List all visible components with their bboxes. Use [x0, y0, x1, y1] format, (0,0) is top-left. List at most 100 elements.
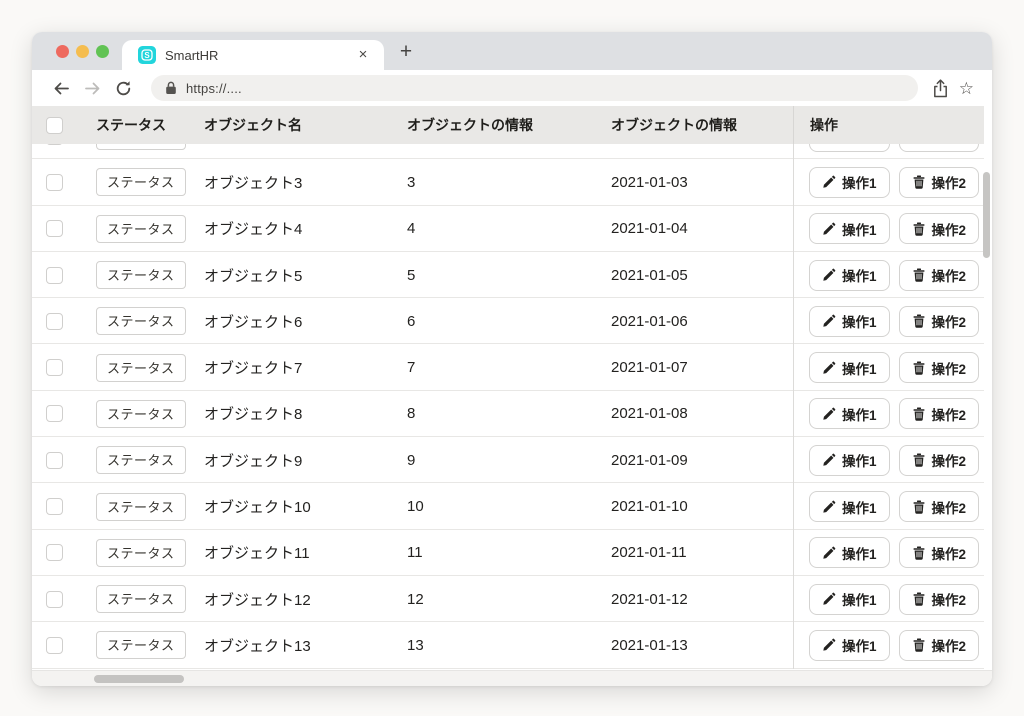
status-badge: ステータス — [96, 539, 186, 567]
row-checkbox[interactable] — [46, 220, 63, 237]
row-checkbox[interactable] — [46, 174, 63, 191]
forward-icon[interactable] — [84, 80, 101, 97]
address-bar[interactable]: https://.... — [151, 75, 918, 101]
delete-button[interactable]: 操作2 — [899, 213, 980, 244]
table-header-row: ステータス オブジェクト名 オブジェクトの情報 オブジェクトの情報 操作 — [32, 106, 984, 144]
row-checkbox[interactable] — [46, 498, 63, 515]
object-date-cell: 2021-01-05 — [611, 267, 793, 284]
object-info-cell: 8 — [407, 405, 611, 422]
trash-icon — [912, 592, 926, 606]
status-badge: ステータス — [96, 354, 186, 382]
delete-button-label: 操作2 — [932, 172, 967, 192]
row-checkbox[interactable] — [46, 313, 63, 330]
pencil-icon — [822, 592, 836, 606]
browser-toolbar: https://.... ☆ — [32, 70, 992, 106]
status-badge: ステータス — [96, 168, 186, 196]
table-row: ステータス オブジェクト5 5 2021-01-05 操作1 — [32, 252, 984, 298]
table-row: ステータス オブジェクト7 7 2021-01-07 操作1 — [32, 344, 984, 390]
delete-button[interactable]: 操作2 — [899, 306, 980, 337]
object-name-cell: オブジェクト6 — [204, 311, 407, 332]
table-row: ステータス オブジェクト9 9 2021-01-09 操作1 — [32, 437, 984, 483]
status-badge: ステータス — [96, 307, 186, 335]
pencil-icon — [822, 314, 836, 328]
table-row: ステータス オブジェクト3 3 2021-01-03 操作1 — [32, 159, 984, 205]
delete-button-label: 操作2 — [932, 450, 967, 470]
object-name-cell: オブジェクト11 — [204, 542, 407, 563]
object-info-cell: 7 — [407, 359, 611, 376]
object-name-cell: オブジェクト10 — [204, 496, 407, 517]
row-checkbox[interactable] — [46, 359, 63, 376]
back-icon[interactable] — [53, 80, 70, 97]
delete-button[interactable]: 操作2 — [899, 584, 980, 615]
select-all-checkbox[interactable] — [46, 117, 63, 134]
edit-button[interactable]: 操作1 — [809, 584, 890, 615]
row-actions: 操作1 操作2 — [793, 391, 984, 437]
edit-button[interactable]: 操作1 — [809, 398, 890, 429]
row-actions: 操作1 操作2 — [793, 576, 984, 622]
object-name-cell: オブジェクト5 — [204, 265, 407, 286]
object-date-cell: 2021-01-08 — [611, 405, 793, 422]
delete-button[interactable]: 操作2 — [899, 445, 980, 476]
trash-icon — [912, 222, 926, 236]
edit-button[interactable]: 操作1 — [809, 537, 890, 568]
share-icon[interactable] — [932, 79, 949, 98]
row-checkbox[interactable] — [46, 591, 63, 608]
lock-icon — [165, 81, 177, 95]
window-close-button[interactable] — [56, 45, 69, 58]
status-badge: ステータス — [96, 446, 186, 474]
edit-button-label: 操作1 — [842, 404, 877, 424]
smarthr-favicon-icon: S — [138, 46, 156, 64]
edit-button[interactable]: 操作1 — [809, 630, 890, 661]
edit-button[interactable]: 操作1 — [809, 445, 890, 476]
table-row: ステータス オブジェクト4 4 2021-01-04 操作1 — [32, 206, 984, 252]
status-badge: ステータス — [96, 261, 186, 289]
tab-close-icon[interactable]: × — [354, 46, 372, 64]
vertical-scrollbar[interactable] — [983, 172, 990, 258]
edit-button-label: 操作1 — [842, 219, 877, 239]
object-name-cell: オブジェクト7 — [204, 357, 407, 378]
pencil-icon — [822, 453, 836, 467]
delete-button[interactable]: 操作2 — [899, 537, 980, 568]
new-tab-button[interactable]: + — [392, 39, 420, 65]
horizontal-scrollbar[interactable] — [94, 675, 184, 684]
delete-button[interactable]: 操作2 — [899, 167, 980, 198]
edit-button[interactable]: 操作1 — [809, 491, 890, 522]
edit-button[interactable]: 操作1 — [809, 260, 890, 291]
row-checkbox[interactable] — [46, 267, 63, 284]
reload-icon[interactable] — [115, 80, 132, 97]
object-info-cell: 6 — [407, 313, 611, 330]
object-date-cell: 2021-01-12 — [611, 591, 793, 608]
delete-button[interactable]: 操作2 — [899, 491, 980, 522]
edit-button[interactable]: 操作1 — [809, 167, 890, 198]
table-row: ステータス オブジェクト11 11 2021-01-11 操作1 — [32, 530, 984, 576]
edit-button[interactable]: 操作1 — [809, 352, 890, 383]
object-info-cell: 13 — [407, 637, 611, 654]
object-date-cell: 2021-01-04 — [611, 220, 793, 237]
delete-button[interactable]: 操作2 — [899, 398, 980, 429]
edit-button[interactable]: 操作1 — [809, 306, 890, 337]
bookmark-star-icon[interactable]: ☆ — [959, 80, 974, 97]
edit-button-label: 操作1 — [842, 635, 877, 655]
table-row: ステータス オブジェクト12 12 2021-01-12 操作1 — [32, 576, 984, 622]
row-checkbox[interactable] — [46, 405, 63, 422]
delete-button[interactable]: 操作2 — [899, 352, 980, 383]
trash-icon — [912, 268, 926, 282]
object-date-cell: 2021-01-11 — [611, 544, 793, 561]
delete-button-label: 操作2 — [932, 311, 967, 331]
edit-button-label: 操作1 — [842, 543, 877, 563]
row-checkbox[interactable] — [46, 452, 63, 469]
edit-button[interactable]: 操作1 — [809, 213, 890, 244]
browser-tab-smarthr[interactable]: S SmartHR × — [122, 40, 384, 70]
trash-icon — [912, 500, 926, 514]
row-checkbox[interactable] — [46, 544, 63, 561]
object-name-cell: オブジェクト8 — [204, 403, 407, 424]
object-date-cell: 2021-01-07 — [611, 359, 793, 376]
delete-button[interactable]: 操作2 — [899, 630, 980, 661]
window-zoom-button[interactable] — [96, 45, 109, 58]
pencil-icon — [822, 638, 836, 652]
object-name-cell: オブジェクト12 — [204, 589, 407, 610]
window-minimize-button[interactable] — [76, 45, 89, 58]
row-checkbox[interactable] — [46, 637, 63, 654]
delete-button-label: 操作2 — [932, 635, 967, 655]
delete-button[interactable]: 操作2 — [899, 260, 980, 291]
